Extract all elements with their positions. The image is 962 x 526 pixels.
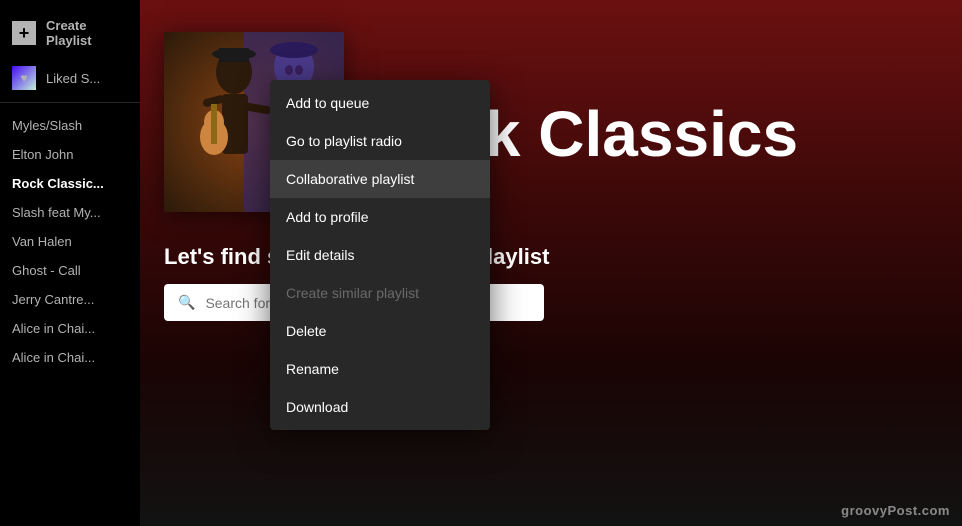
sidebar-playlist-item-1[interactable]: Elton John (0, 140, 140, 169)
main-area: PLAYLIST Rock Classics Guitar covers... … (140, 0, 962, 526)
liked-songs-item[interactable]: ♥ Liked S... (0, 58, 140, 98)
sidebar-playlist-item-5[interactable]: Ghost - Call (0, 256, 140, 285)
search-icon: 🔍 (178, 294, 195, 311)
create-playlist-button[interactable]: + Create Playlist (0, 8, 140, 58)
context-menu-item-1[interactable]: Go to playlist radio (270, 122, 490, 160)
sidebar-playlist-item-4[interactable]: Van Halen (0, 227, 140, 256)
context-menu-item-0[interactable]: Add to queue (270, 84, 490, 122)
find-songs-text: L (164, 244, 177, 269)
context-menu-item-8[interactable]: Download (270, 388, 490, 426)
sidebar-playlist-item-6[interactable]: Jerry Cantre... (0, 285, 140, 314)
create-playlist-label: Create Playlist (46, 18, 128, 48)
context-menu-item-3[interactable]: Add to profile (270, 198, 490, 236)
sidebar-playlist-item-7[interactable]: Alice in Chai... (0, 314, 140, 343)
sidebar-divider (0, 102, 140, 103)
main-content: PLAYLIST Rock Classics Guitar covers... … (140, 0, 962, 526)
context-menu-item-6[interactable]: Delete (270, 312, 490, 350)
context-menu: Add to queueGo to playlist radioCollabor… (270, 80, 490, 430)
playlist-list: Myles/SlashElton JohnRock Classic...Slas… (0, 107, 140, 526)
context-menu-item-5: Create similar playlist (270, 274, 490, 312)
watermark: groovyPost.com (841, 503, 950, 518)
context-menu-item-4[interactable]: Edit details (270, 236, 490, 274)
sidebar-playlist-item-3[interactable]: Slash feat My... (0, 198, 140, 227)
playlist-header: PLAYLIST Rock Classics Guitar covers... … (140, 0, 962, 228)
add-icon: + (12, 21, 36, 45)
liked-songs-label: Liked S... (46, 71, 100, 86)
playlist-body: Let's find something for your playlist 🔍 (140, 228, 962, 526)
context-menu-item-7[interactable]: Rename (270, 350, 490, 388)
sidebar-playlist-item-0[interactable]: Myles/Slash (0, 111, 140, 140)
context-menu-item-2[interactable]: Collaborative playlist (270, 160, 490, 198)
liked-songs-icon: ♥ (12, 66, 36, 90)
sidebar: + Create Playlist ♥ Liked S... Myles/Sla… (0, 0, 140, 526)
sidebar-playlist-item-2[interactable]: Rock Classic... (0, 169, 140, 198)
sidebar-playlist-item-8[interactable]: Alice in Chai... (0, 343, 140, 372)
